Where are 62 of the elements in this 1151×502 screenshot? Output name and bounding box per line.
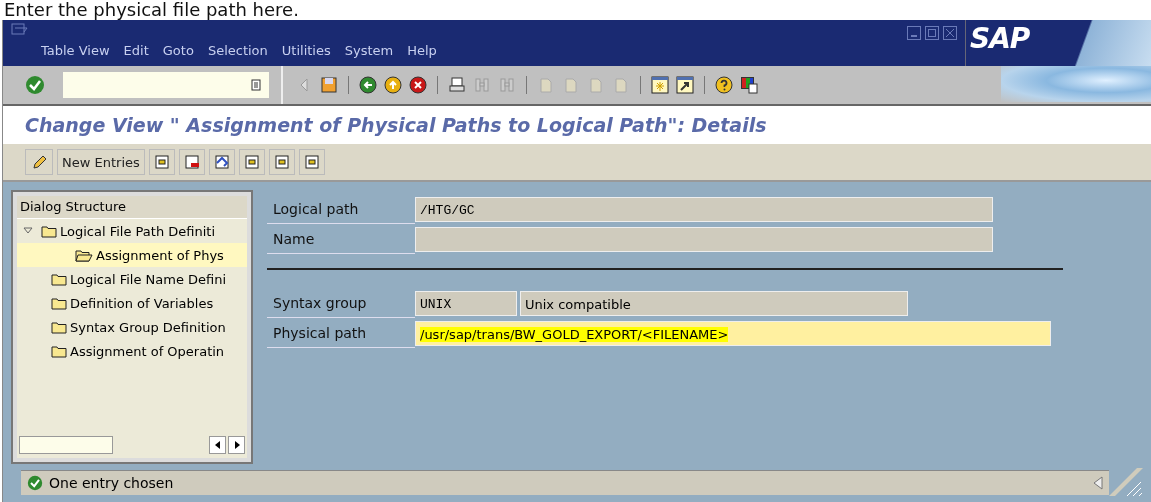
- tree-item[interactable]: Assignment of Operatin: [17, 339, 247, 363]
- folder-icon: [41, 224, 57, 238]
- tree-item[interactable]: Definition of Variables: [17, 291, 247, 315]
- menu-item[interactable]: Table View: [41, 43, 110, 58]
- print-icon[interactable]: [448, 76, 466, 94]
- expand-toggle-icon[interactable]: [23, 226, 33, 236]
- horizontal-scrollbar[interactable]: [19, 436, 245, 454]
- display-change-button[interactable]: [25, 149, 53, 175]
- input-field[interactable]: /usr/sap/trans/BW_GOLD_EXPORT/<FILENAME>: [415, 320, 1051, 346]
- new-session-icon[interactable]: [651, 76, 669, 94]
- menu-item[interactable]: Utilities: [281, 43, 331, 58]
- status-message: One entry chosen: [49, 474, 174, 491]
- tree-item[interactable]: Logical File Name Defini: [17, 267, 247, 291]
- success-icon: [27, 474, 43, 491]
- folder-icon: [51, 320, 67, 334]
- exit-icon[interactable]: [384, 76, 402, 94]
- folder-icon: [51, 296, 67, 310]
- resize-grip-icon[interactable]: [1109, 468, 1143, 496]
- delete-icon: [183, 154, 200, 170]
- system-menu-icon[interactable]: [11, 23, 29, 37]
- cancel-icon[interactable]: [409, 76, 427, 94]
- undo-button[interactable]: [208, 149, 235, 175]
- new-entries-button[interactable]: New Entries: [57, 149, 145, 175]
- other-entry-button[interactable]: [298, 149, 325, 175]
- minimize-icon[interactable]: [907, 26, 921, 40]
- scroll-left-icon[interactable]: [209, 436, 226, 454]
- shortcut-icon[interactable]: [676, 76, 694, 94]
- menu-item[interactable]: Selection: [207, 43, 268, 58]
- check-icon[interactable]: [25, 75, 45, 95]
- dropdown-icon[interactable]: [251, 79, 261, 91]
- menu-item[interactable]: Goto: [162, 43, 194, 58]
- display-field: UNIX: [415, 290, 517, 316]
- menu-item[interactable]: Edit: [123, 43, 149, 58]
- previous-entry-button[interactable]: [238, 149, 265, 175]
- monitor-icon[interactable]: [740, 76, 758, 94]
- tree-header: Dialog Structure: [17, 196, 247, 219]
- caption-text: Enter the physical file path here.: [3, 0, 300, 20]
- next-entry-button[interactable]: [268, 149, 295, 175]
- tree-item[interactable]: Assignment of Phys: [17, 243, 247, 267]
- tree-item[interactable]: Syntax Group Definition: [17, 315, 247, 339]
- description-field: Unix compatible: [520, 290, 908, 316]
- menu-item[interactable]: System: [344, 43, 394, 58]
- maximize-icon[interactable]: [925, 26, 939, 40]
- open-folder-icon: [75, 248, 93, 262]
- undo-icon: [213, 154, 230, 170]
- collapse-arrow-icon[interactable]: [1093, 475, 1103, 490]
- save-icon[interactable]: [320, 76, 338, 94]
- delete-button[interactable]: [178, 149, 205, 175]
- tree-item[interactable]: Logical File Path Definiti: [17, 219, 247, 243]
- help-icon[interactable]: [715, 76, 733, 94]
- pencil-icon: [30, 153, 48, 171]
- command-field[interactable]: [63, 72, 269, 98]
- display-field: /HTG/GC: [415, 196, 993, 222]
- folder-icon: [51, 272, 67, 286]
- back-icon[interactable]: [359, 76, 377, 94]
- scroll-right-icon[interactable]: [228, 436, 245, 454]
- folder-icon: [51, 344, 67, 358]
- close-icon[interactable]: [943, 26, 957, 40]
- logo-text: SAP: [969, 21, 1030, 55]
- copy-button[interactable]: [148, 149, 175, 175]
- menu-item[interactable]: Help: [407, 43, 437, 58]
- screen-title: Change View " Assignment of Physical Paths to Logical Path": Details: [3, 106, 1151, 144]
